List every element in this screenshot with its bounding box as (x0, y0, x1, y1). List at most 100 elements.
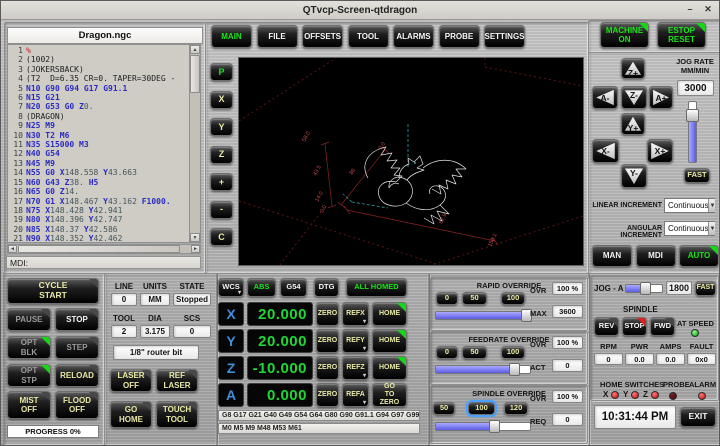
go-home-button[interactable]: GO HOME (110, 401, 152, 428)
tab-tool[interactable]: TOOL (348, 25, 389, 48)
machine-on-button[interactable]: MACHINE ON (600, 22, 649, 48)
gcode-line[interactable]: 10N30 T2 M6 (8, 131, 189, 140)
gcode-line[interactable]: 18N75 X148.428 Y42.941 (8, 206, 189, 215)
home-y-button[interactable]: HOME (372, 329, 407, 353)
jog-button-y-[interactable]: Y- (621, 164, 647, 188)
spindle-override-preset-120[interactable]: 120 (504, 402, 528, 415)
angular-increment-select[interactable]: Continuous ▼ (664, 221, 715, 236)
jog-button-x+[interactable]: X+ (647, 139, 673, 163)
dtg-button[interactable]: DTG (314, 278, 339, 297)
gcode-line[interactable]: 16N65 G0 Z14. (8, 187, 189, 196)
abs-button[interactable]: ABS (247, 278, 276, 297)
tab-alarms[interactable]: ALARMS (393, 25, 434, 48)
gcode-line[interactable]: 9N25 M9 (8, 121, 189, 130)
laser-button[interactable]: LASER OFF (110, 369, 152, 392)
optional-stop-button[interactable]: OPT STP (7, 364, 51, 387)
feedrate-override-slider-knob[interactable] (509, 363, 520, 376)
linear-increment-select[interactable]: Continuous ▼ (664, 198, 715, 213)
view-button-c[interactable]: C (210, 228, 233, 246)
ref-z-button[interactable]: REFZ (342, 356, 369, 380)
close-button[interactable]: ✕ (701, 3, 715, 16)
view-button-x[interactable]: X (210, 91, 233, 109)
optional-block-button[interactable]: OPT BLK (7, 336, 51, 359)
gcode-line[interactable]: 2(1002) (8, 55, 189, 64)
zero-y-button[interactable]: ZERO (316, 329, 339, 353)
jog-button-z+[interactable]: Z+ (621, 58, 645, 79)
tab-settings[interactable]: SETTINGS (484, 25, 525, 48)
feedrate-override-preset-100[interactable]: 100 (501, 346, 525, 359)
feedrate-override-preset-50[interactable]: 50 (462, 346, 487, 359)
flood-button[interactable]: FLOOD OFF (55, 391, 99, 419)
horizontal-scrollbar[interactable]: ◄ ► (7, 244, 201, 254)
zero-x-button[interactable]: ZERO (316, 302, 339, 326)
rapid-override-preset-50[interactable]: 50 (462, 292, 487, 305)
gcode-line[interactable]: 11N35 S15000 M3 (8, 140, 189, 149)
jog-a-slider-knob[interactable] (640, 282, 651, 295)
jog-button-z-[interactable]: Z- (621, 86, 647, 109)
jog-button-a+[interactable]: A+ (649, 86, 673, 109)
wcs-button[interactable]: WCS (218, 278, 244, 297)
gcode-line[interactable]: 17N70 G1 X148.467 Y43.162 F1000. (8, 197, 189, 206)
gcode-line[interactable]: 6N15 G21 (8, 93, 189, 102)
spindle-stop-button[interactable]: STOP (622, 317, 647, 336)
g54-button[interactable]: G54 (280, 278, 307, 297)
jog-a-fast-button[interactable]: FAST (695, 281, 716, 296)
gcode-line[interactable]: 13N45 M9 (8, 159, 189, 168)
mode-button-auto[interactable]: AUTO (679, 245, 719, 267)
jog-fast-button[interactable]: FAST (684, 168, 710, 183)
home-z-button[interactable]: HOME (372, 356, 407, 380)
vertical-scrollbar[interactable]: ▲ ▼ (189, 44, 201, 243)
gcode-line[interactable]: 3(JOKERSBACK) (8, 65, 189, 74)
goto-zero-a-button[interactable]: GO TO ZERO (372, 383, 407, 407)
tab-probe[interactable]: PROBE (439, 25, 480, 48)
spindle-override-preset-50[interactable]: 50 (433, 402, 455, 415)
tab-file[interactable]: FILE (257, 25, 298, 48)
preview-canvas[interactable]: 58.0 43.5 14.0 0.0 86 0.0 82.9 158.1 (238, 57, 584, 266)
spindle-fwd-button[interactable]: FWD (650, 317, 675, 336)
view-button-p[interactable]: P (210, 63, 233, 81)
mdi-input[interactable]: MDI: (6, 256, 201, 269)
ref-a-button[interactable]: REFA (342, 383, 369, 407)
jog-button-x-[interactable]: X- (592, 139, 619, 163)
jog-rate-slider-knob[interactable] (686, 109, 699, 122)
spindle-override-slider-knob[interactable] (489, 420, 500, 433)
view-button--[interactable]: - (210, 201, 233, 219)
ref-y-button[interactable]: REFY (342, 329, 369, 353)
chevron-down-icon[interactable]: ▼ (708, 222, 715, 235)
gcode-line[interactable]: 7N20 G53 G0 Z0. (8, 102, 189, 111)
step-button[interactable]: STEP (55, 336, 99, 359)
spindle-override-preset-100[interactable]: 100 (468, 402, 495, 415)
jog-a-slider[interactable] (625, 284, 663, 293)
jog-rate-slider[interactable] (688, 101, 697, 163)
scroll-down-icon[interactable]: ▼ (190, 233, 200, 242)
gcode-line[interactable]: 14N55 G0 X148.558 Y43.663 (8, 168, 189, 177)
touch-tool-button[interactable]: TOUCH TOOL (156, 401, 198, 428)
rapid-override-preset-100[interactable]: 100 (501, 292, 525, 305)
reload-button[interactable]: RELOAD (55, 364, 99, 387)
spindle-override-slider[interactable] (435, 422, 531, 431)
zero-a-button[interactable]: ZERO (316, 383, 339, 407)
zero-z-button[interactable]: ZERO (316, 356, 339, 380)
gcode-line[interactable]: 5N10 G90 G94 G17 G91.1 (8, 84, 189, 93)
jog-button-a-[interactable]: A- (592, 86, 618, 109)
gcode-list[interactable]: 1%2(1002)3(JOKERSBACK)4(T2 D=6.35 CR=0. … (7, 44, 189, 243)
jog-button-y+[interactable]: Y+ (621, 113, 645, 135)
pause-button[interactable]: PAUSE (7, 308, 51, 331)
cycle-start-button[interactable]: CYCLE START (7, 278, 99, 304)
home-x-button[interactable]: HOME (372, 302, 407, 326)
stop-button[interactable]: STOP (55, 308, 99, 331)
view-button-y[interactable]: Y (210, 118, 233, 136)
gcode-line[interactable]: 12N40 G54 (8, 149, 189, 158)
mode-button-man[interactable]: MAN (592, 245, 632, 267)
gcode-line[interactable]: 21N90 X148.352 Y42.462 (8, 234, 189, 243)
tab-offsets[interactable]: OFFSETS (302, 25, 343, 48)
ref-x-button[interactable]: REFX (342, 302, 369, 326)
ref-laser-button[interactable]: REF LASER (156, 369, 198, 392)
rapid-override-preset-0[interactable]: 0 (436, 292, 458, 305)
horizontal-scroll-thumb[interactable] (18, 245, 180, 253)
estop-reset-button[interactable]: ESTOP RESET (657, 22, 706, 48)
rapid-override-slider[interactable] (435, 311, 531, 320)
view-button-z[interactable]: Z (210, 146, 233, 164)
feedrate-override-slider[interactable] (435, 365, 531, 374)
spindle-rev-button[interactable]: REV (594, 317, 619, 336)
